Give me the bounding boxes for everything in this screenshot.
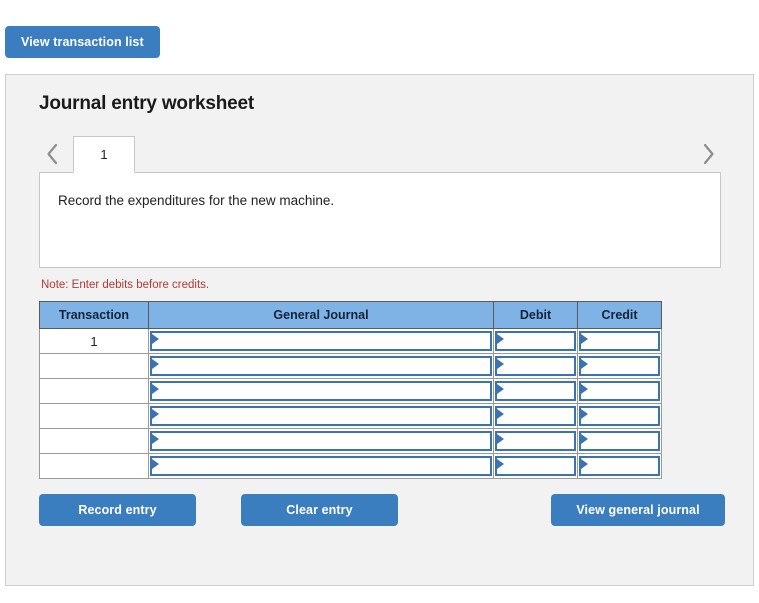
- general-journal-input[interactable]: [150, 331, 492, 351]
- prev-entry-button[interactable]: [39, 135, 65, 173]
- debit-cell: [493, 453, 578, 479]
- journal-entry-panel: Journal entry worksheet 1 Record the exp…: [5, 74, 754, 586]
- debit-cell: [493, 328, 578, 354]
- credit-input[interactable]: [579, 456, 660, 476]
- transaction-number-cell: [39, 378, 149, 404]
- general-journal-cell: [148, 403, 494, 429]
- debit-input[interactable]: [495, 331, 576, 351]
- transaction-number-cell: [39, 428, 149, 454]
- column-header-transaction: Transaction: [39, 301, 149, 329]
- table-row: [39, 428, 662, 454]
- record-entry-button[interactable]: Record entry: [39, 494, 196, 526]
- transaction-number-cell: 1: [39, 328, 149, 354]
- general-journal-cell: [148, 353, 494, 379]
- transaction-number-cell: [39, 453, 149, 479]
- debit-input[interactable]: [495, 356, 576, 376]
- general-journal-input[interactable]: [150, 431, 492, 451]
- page-title: Journal entry worksheet: [39, 93, 255, 114]
- journal-entry-panel-body: Journal entry worksheet 1 Record the exp…: [6, 75, 753, 526]
- clear-entry-button[interactable]: Clear entry: [241, 494, 398, 526]
- general-journal-cell: [148, 428, 494, 454]
- general-journal-input[interactable]: [150, 356, 492, 376]
- general-journal-cell: [148, 328, 494, 354]
- view-transaction-list-button[interactable]: View transaction list: [5, 26, 160, 58]
- worksheet-tab-strip: 1: [39, 135, 721, 173]
- debit-cell: [493, 378, 578, 404]
- general-journal-cell: [148, 453, 494, 479]
- credit-cell: [577, 453, 662, 479]
- column-header-debit: Debit: [493, 301, 578, 329]
- credit-cell: [577, 378, 662, 404]
- entry-description-text: Record the expenditures for the new mach…: [58, 193, 335, 208]
- debit-cell: [493, 403, 578, 429]
- debit-input[interactable]: [495, 456, 576, 476]
- entry-description-panel: Record the expenditures for the new mach…: [39, 172, 721, 268]
- journal-entry-table: Transaction General Journal Debit Credit…: [39, 301, 662, 479]
- debit-input[interactable]: [495, 381, 576, 401]
- worksheet-tab-label: 1: [100, 147, 108, 162]
- debit-cell: [493, 353, 578, 379]
- debits-before-credits-note: Note: Enter debits before credits.: [41, 279, 210, 291]
- table-row: [39, 403, 662, 429]
- column-header-credit: Credit: [577, 301, 662, 329]
- credit-input[interactable]: [579, 331, 660, 351]
- table-row: [39, 378, 662, 404]
- general-journal-input[interactable]: [150, 456, 492, 476]
- credit-input[interactable]: [579, 381, 660, 401]
- view-general-journal-button[interactable]: View general journal: [551, 494, 725, 526]
- credit-input[interactable]: [579, 431, 660, 451]
- credit-cell: [577, 328, 662, 354]
- debit-input[interactable]: [495, 431, 576, 451]
- general-journal-input[interactable]: [150, 406, 492, 426]
- table-row: [39, 453, 662, 479]
- credit-cell: [577, 403, 662, 429]
- credit-cell: [577, 428, 662, 454]
- debit-cell: [493, 428, 578, 454]
- credit-input[interactable]: [579, 356, 660, 376]
- transaction-number-cell: [39, 403, 149, 429]
- journal-action-buttons: Record entry Clear entry View general jo…: [39, 494, 725, 526]
- column-header-general-journal: General Journal: [148, 301, 494, 329]
- credit-cell: [577, 353, 662, 379]
- debit-input[interactable]: [495, 406, 576, 426]
- table-header-row: Transaction General Journal Debit Credit: [39, 301, 662, 329]
- transaction-number-cell: [39, 353, 149, 379]
- next-entry-button[interactable]: [695, 135, 721, 173]
- table-row: [39, 353, 662, 379]
- general-journal-input[interactable]: [150, 381, 492, 401]
- top-toolbar: View transaction list: [0, 0, 759, 58]
- general-journal-cell: [148, 378, 494, 404]
- worksheet-tab-1[interactable]: 1: [73, 136, 135, 173]
- credit-input[interactable]: [579, 406, 660, 426]
- table-row: 1: [39, 328, 662, 354]
